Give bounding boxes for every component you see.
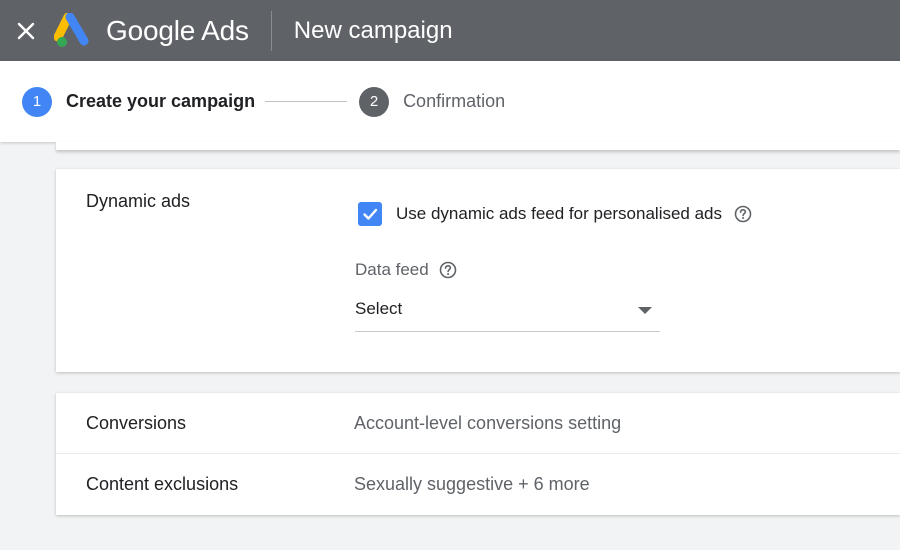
step-number-2: 2 <box>359 86 390 117</box>
help-icon[interactable] <box>734 205 752 223</box>
close-button[interactable] <box>0 9 52 53</box>
data-feed-label: Data feed <box>355 260 429 279</box>
summary-value-content-exclusions: Sexually suggestive + 6 more <box>354 474 590 494</box>
step-label-confirmation: Confirmation <box>403 91 506 111</box>
step-create-campaign[interactable]: 1 Create your campaign <box>22 86 256 117</box>
step-connector <box>265 101 348 102</box>
top-bar: Google Ads New campaign <box>0 0 900 61</box>
dynamic-ads-card: Dynamic ads Use dynamic ads feed for per… <box>56 169 900 372</box>
data-feed-select[interactable]: Select <box>355 299 660 332</box>
dynamic-ads-feed-option: Use dynamic ads feed for personalised ad… <box>358 202 752 226</box>
dynamic-ads-feed-label: Use dynamic ads feed for personalised ad… <box>396 204 723 223</box>
step-label-create-campaign: Create your campaign <box>66 91 256 111</box>
data-feed-select-value: Select <box>355 299 403 318</box>
summary-key-content-exclusions: Content exclusions <box>86 474 239 494</box>
checkmark-icon <box>363 208 378 220</box>
help-icon[interactable] <box>439 261 457 279</box>
header-divider <box>270 10 272 51</box>
dropdown-arrow-icon <box>638 307 652 314</box>
summary-row-conversions[interactable]: Conversions Account-level conversions se… <box>56 393 900 454</box>
previous-card-edge <box>56 142 900 150</box>
page-title: New campaign <box>293 16 453 44</box>
step-confirmation[interactable]: 2 Confirmation <box>359 86 506 117</box>
google-ads-logo <box>54 11 94 51</box>
dynamic-ads-feed-checkbox[interactable] <box>358 202 382 226</box>
summary-row-content-exclusions[interactable]: Content exclusions Sexually suggestive +… <box>56 454 900 515</box>
campaign-stepper: 1 Create your campaign 2 Confirmation <box>0 61 900 142</box>
brand-google: Google <box>106 14 196 46</box>
brand-name: Google Ads <box>106 15 249 47</box>
step-number-1: 1 <box>22 86 52 117</box>
close-icon <box>17 22 35 39</box>
brand-ads: Ads <box>201 14 249 46</box>
campaign-settings-summary: Conversions Account-level conversions se… <box>56 393 900 515</box>
dynamic-ads-title: Dynamic ads <box>86 191 191 211</box>
summary-key-conversions: Conversions <box>86 412 187 433</box>
summary-value-conversions: Account-level conversions setting <box>354 412 622 433</box>
data-feed-label-row: Data feed <box>355 260 457 280</box>
